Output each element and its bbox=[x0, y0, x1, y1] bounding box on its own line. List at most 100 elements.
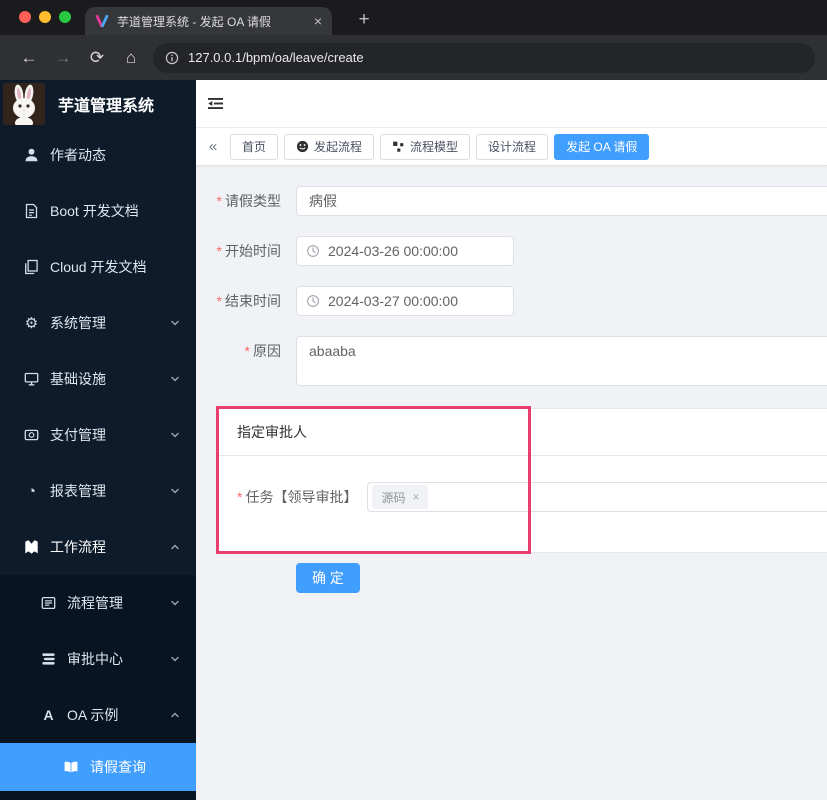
field-label: * 结束时间 bbox=[216, 293, 281, 309]
browser-toolbar: ← → ⟳ ⌂ 127.0.0.1/bpm/oa/leave/create bbox=[0, 35, 827, 80]
sidebar-item-infrastructure[interactable]: 基础设施 bbox=[0, 351, 196, 407]
chevron-down-icon bbox=[170, 654, 180, 664]
sidebar-item-label: Boot 开发文档 bbox=[50, 203, 139, 219]
url-text: 127.0.0.1/bpm/oa/leave/create bbox=[188, 50, 364, 65]
sidebar-item-cloud-docs[interactable]: Cloud 开发文档 bbox=[0, 239, 196, 295]
letter-a-icon: A bbox=[43, 706, 54, 723]
sidebar-item-oa-example[interactable]: A OA 示例 bbox=[0, 687, 196, 743]
task-label: * 任务【领导审批】 bbox=[237, 489, 358, 505]
browser-tab-title: 芋道管理系统 - 发起 OA 请假 bbox=[117, 14, 272, 29]
tab-label: 发起 OA 请假 bbox=[566, 140, 638, 154]
required-mark: * bbox=[237, 489, 243, 505]
new-tab-button[interactable]: + bbox=[352, 5, 376, 35]
approver-card: 指定审批人 * 任务【领导审批】 源码 × bbox=[216, 408, 827, 553]
start-time-input[interactable]: 2024-03-26 00:00:00 bbox=[296, 236, 514, 266]
sidebar-item-label: 审批中心 bbox=[67, 651, 123, 667]
field-label: * 开始时间 bbox=[216, 243, 281, 259]
sidebar-item-boot-docs[interactable]: Boot 开发文档 bbox=[0, 183, 196, 239]
sidebar-item-label: 支付管理 bbox=[50, 427, 106, 443]
field-label: * 请假类型 bbox=[216, 193, 281, 209]
home-icon[interactable]: ⌂ bbox=[114, 48, 148, 68]
copy-document-icon bbox=[25, 259, 38, 275]
approver-select[interactable]: 源码 × bbox=[367, 482, 827, 512]
approver-card-header: 指定审批人 bbox=[217, 409, 827, 456]
tab-flow-model[interactable]: 流程模型 bbox=[380, 133, 471, 160]
required-mark: * bbox=[216, 293, 222, 309]
sidebar-item-payment[interactable]: 支付管理 bbox=[0, 407, 196, 463]
approver-tag-label: 源码 bbox=[381, 490, 406, 505]
tab-initiate-flow[interactable]: 发起流程 bbox=[284, 133, 375, 160]
reason-textarea[interactable]: abaaba bbox=[296, 336, 827, 386]
collapse-tabs-icon[interactable]: « bbox=[205, 138, 221, 155]
browser-tab[interactable]: 芋道管理系统 - 发起 OA 请假 × bbox=[85, 7, 332, 35]
sidebar-item-process-management[interactable]: 流程管理 bbox=[0, 575, 196, 631]
clock-icon bbox=[306, 294, 320, 308]
clock-icon bbox=[306, 244, 320, 258]
document-icon bbox=[25, 203, 38, 219]
reason-value: abaaba bbox=[309, 343, 356, 359]
tab-home[interactable]: 首页 bbox=[230, 133, 279, 160]
leave-type-value: 病假 bbox=[309, 193, 337, 209]
app-window: 芋道管理系统 作者动态 Boot 开发文档 Cloud 开发文档 ⚙ 系统管理 bbox=[0, 80, 827, 800]
chevron-down-icon bbox=[170, 318, 180, 328]
tab-label: 发起流程 bbox=[314, 140, 363, 154]
sidebar-submenu: 流程管理 审批中心 A OA 示例 请假查询 bbox=[0, 575, 196, 800]
form-row-reason: * 原因 abaaba bbox=[216, 336, 827, 386]
chevron-down-icon bbox=[170, 598, 180, 608]
tab-label: 流程模型 bbox=[410, 140, 459, 154]
sidebar-item-label: OA 示例 bbox=[67, 707, 119, 723]
sidebar-item-approval-center[interactable]: 审批中心 bbox=[0, 631, 196, 687]
form-row-leave-type: * 请假类型 病假 bbox=[216, 186, 827, 216]
tab-label: 首页 bbox=[242, 140, 267, 154]
window-minimize-button[interactable] bbox=[39, 11, 51, 23]
list-icon bbox=[41, 596, 56, 610]
approver-tag: 源码 × bbox=[372, 485, 429, 509]
sidebar-item-label: 基础设施 bbox=[50, 371, 106, 387]
start-time-value: 2024-03-26 00:00:00 bbox=[328, 243, 458, 259]
end-time-input[interactable]: 2024-03-27 00:00:00 bbox=[296, 286, 514, 316]
main-area: « 首页 发起流程 流程模型 设计流程 发起 OA 请假 * 请假类型 病假 *… bbox=[196, 80, 827, 800]
chevron-down-icon bbox=[170, 430, 180, 440]
app-header bbox=[196, 80, 827, 128]
page-content: * 请假类型 病假 * 开始时间 2024-03-26 00:00:00 * 结束时间 bbox=[196, 166, 827, 800]
sidebar-item-author-news[interactable]: 作者动态 bbox=[0, 127, 196, 183]
tag-close-icon[interactable]: × bbox=[412, 491, 419, 503]
forward-icon[interactable]: → bbox=[46, 48, 80, 68]
sidebar-item-workflow[interactable]: 工作流程 bbox=[0, 519, 196, 575]
reload-icon[interactable]: ⟳ bbox=[80, 48, 114, 68]
sidebar-logo-row[interactable]: 芋道管理系统 bbox=[0, 80, 196, 127]
window-close-button[interactable] bbox=[19, 11, 31, 23]
pie-chart-icon: ◔ bbox=[26, 482, 37, 500]
sidebar-item-system[interactable]: ⚙ 系统管理 bbox=[0, 295, 196, 351]
workflow-icon bbox=[25, 540, 38, 554]
payment-icon bbox=[24, 429, 39, 441]
confirm-button[interactable]: 确 定 bbox=[296, 563, 360, 593]
sidebar-item-leave-query[interactable]: 请假查询 bbox=[0, 743, 196, 791]
tab-label: 设计流程 bbox=[488, 140, 537, 154]
sidebar: 芋道管理系统 作者动态 Boot 开发文档 Cloud 开发文档 ⚙ 系统管理 bbox=[0, 80, 196, 800]
sidebar-item-label: 系统管理 bbox=[50, 315, 106, 331]
site-info-icon[interactable] bbox=[165, 51, 179, 65]
window-maximize-button[interactable] bbox=[59, 11, 71, 23]
sidebar-item-report[interactable]: ◔ 报表管理 bbox=[0, 463, 196, 519]
address-bar[interactable]: 127.0.0.1/bpm/oa/leave/create bbox=[153, 42, 815, 73]
browser-tab-strip: 芋道管理系统 - 发起 OA 请假 × + bbox=[0, 0, 827, 35]
leave-type-select[interactable]: 病假 bbox=[296, 186, 827, 216]
required-mark: * bbox=[216, 193, 222, 209]
sidebar-item-label: 报表管理 bbox=[50, 483, 106, 499]
end-time-value: 2024-03-27 00:00:00 bbox=[328, 293, 458, 309]
tab-initiate-oa-leave[interactable]: 发起 OA 请假 bbox=[554, 133, 650, 160]
tab-design-flow[interactable]: 设计流程 bbox=[476, 133, 549, 160]
sidebar-item-label: 工作流程 bbox=[50, 539, 106, 555]
page-tabs-bar: « 首页 发起流程 流程模型 设计流程 发起 OA 请假 bbox=[196, 128, 827, 166]
monitor-icon bbox=[24, 372, 39, 386]
tab-close-icon[interactable]: × bbox=[314, 14, 322, 28]
smiley-icon bbox=[296, 140, 309, 153]
flow-model-icon bbox=[393, 141, 404, 152]
sidebar-item-label: 作者动态 bbox=[50, 147, 106, 163]
field-label: * 原因 bbox=[244, 343, 281, 359]
fold-menu-icon[interactable] bbox=[208, 96, 223, 111]
required-mark: * bbox=[216, 243, 222, 259]
chevron-up-icon bbox=[170, 710, 180, 720]
back-icon[interactable]: ← bbox=[12, 48, 46, 68]
